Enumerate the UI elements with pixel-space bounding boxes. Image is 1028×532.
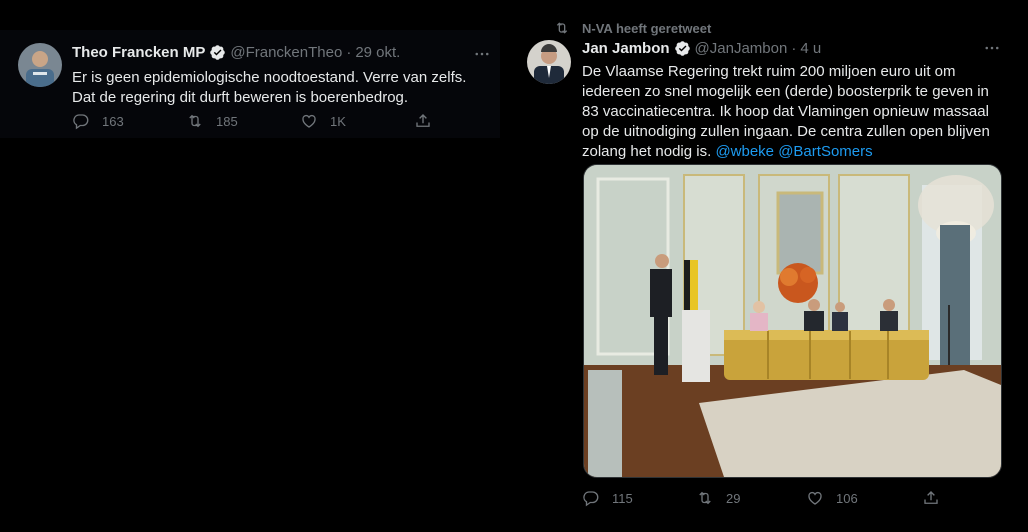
share-icon — [924, 491, 938, 504]
retweet-count: 185 — [216, 113, 238, 129]
author-row: Jan Jambon @JanJambon · 4 u — [582, 40, 821, 57]
tweet-jambon[interactable]: N-VA heeft geretweet Jan Jambon @JanJamb… — [512, 14, 1012, 532]
reply-button[interactable]: 163 — [72, 112, 186, 130]
more-icon[interactable] — [982, 38, 1002, 58]
like-count: 1K — [330, 113, 346, 129]
retweet-context[interactable]: N-VA heeft geretweet — [554, 20, 711, 36]
press-conference-photo — [584, 165, 1001, 477]
author-row: Theo Francken MP @FranckenTheo · 29 okt. — [72, 44, 400, 61]
retweet-icon — [189, 114, 201, 128]
tweet-photo[interactable] — [583, 164, 1002, 478]
avatar-francken[interactable] — [18, 43, 62, 87]
timestamp[interactable]: 29 okt. — [355, 44, 400, 61]
like-icon — [302, 114, 316, 128]
retweet-button[interactable]: 185 — [186, 112, 300, 130]
retweet-context-label: N-VA heeft geretweet — [582, 20, 712, 36]
timestamp[interactable]: 4 u — [800, 40, 821, 57]
retweet-icon — [699, 491, 711, 505]
reply-icon — [73, 114, 89, 130]
reply-icon — [583, 491, 599, 507]
tweet-francken[interactable]: Theo Francken MP @FranckenTheo · 29 okt.… — [0, 30, 500, 138]
action-bar: 163 185 1K — [72, 112, 432, 130]
retweet-icon — [556, 22, 568, 34]
verified-icon — [674, 40, 691, 57]
retweet-count: 29 — [726, 490, 741, 506]
author-name[interactable]: Jan Jambon — [582, 40, 670, 57]
tweet-text: Er is geen epidemiologische noodtoestand… — [72, 69, 467, 106]
avatar-jambon[interactable] — [527, 40, 571, 84]
share-button[interactable] — [414, 112, 432, 130]
author-handle[interactable]: @FranckenTheo — [230, 44, 342, 61]
verified-icon — [209, 44, 226, 61]
retweet-button[interactable]: 29 — [696, 489, 806, 507]
author-name[interactable]: Theo Francken MP — [72, 44, 205, 61]
share-button[interactable] — [922, 489, 940, 507]
author-handle[interactable]: @JanJambon — [695, 40, 788, 57]
share-icon — [416, 114, 430, 127]
separator: · — [791, 40, 797, 57]
mention-wbeke[interactable]: @wbeke — [715, 143, 774, 160]
reply-button[interactable]: 115 — [582, 489, 696, 507]
reply-count: 163 — [102, 113, 124, 129]
like-count: 106 — [836, 490, 858, 506]
like-icon — [808, 491, 822, 505]
like-button[interactable]: 1K — [300, 112, 414, 130]
separator: · — [346, 44, 352, 61]
reply-count: 115 — [612, 490, 633, 506]
more-icon[interactable] — [472, 44, 492, 64]
like-button[interactable]: 106 — [806, 489, 922, 507]
tweet-text: De Vlaamse Regering trekt ruim 200 miljo… — [582, 62, 1006, 162]
action-bar: 115 29 106 — [582, 489, 940, 507]
mention-bartsomers[interactable]: @BartSomers — [778, 143, 872, 160]
